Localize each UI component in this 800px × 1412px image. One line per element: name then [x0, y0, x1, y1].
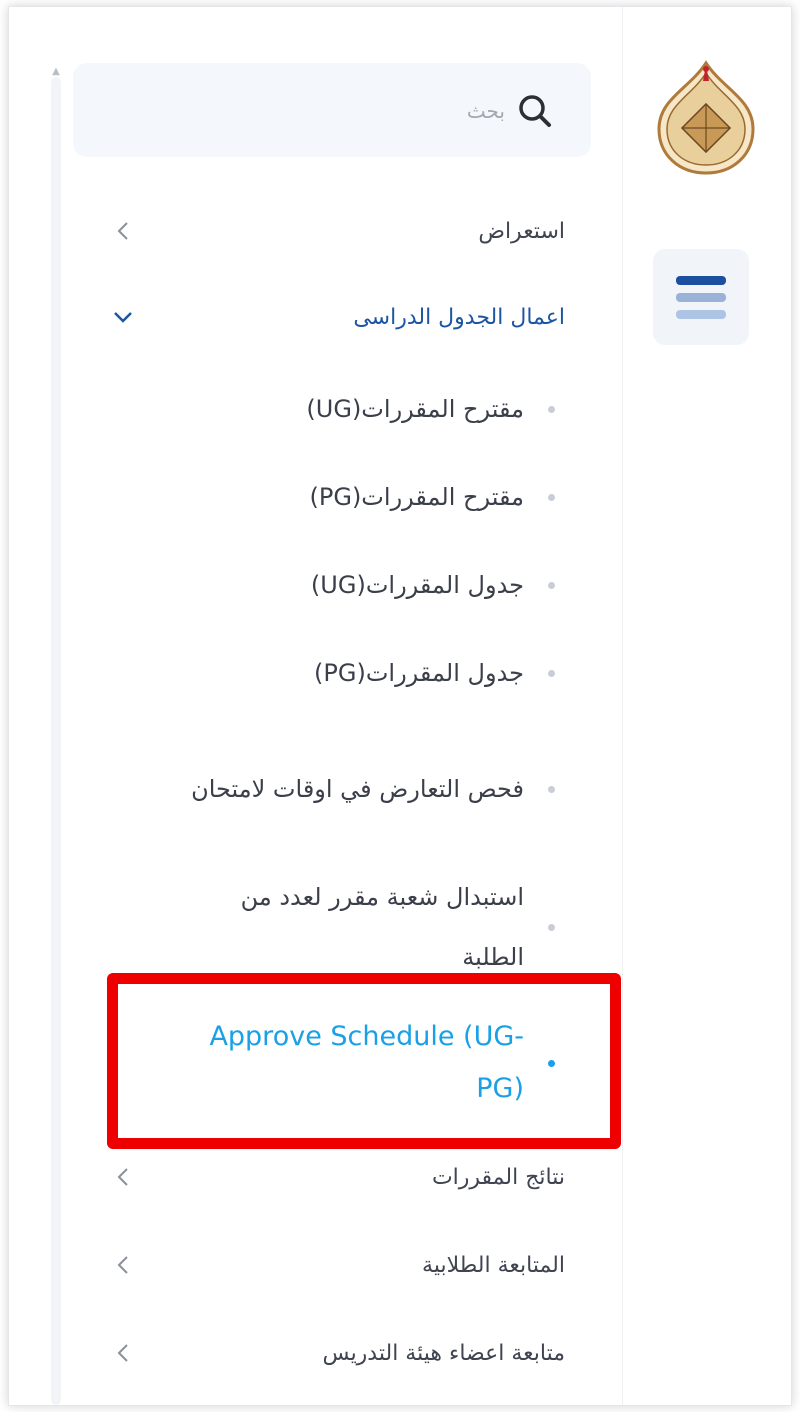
- submenu-item-ug-course-schedule[interactable]: جدول المقررات(UG): [159, 555, 555, 615]
- submenu-item-label: جدول المقررات(PG): [314, 659, 524, 687]
- hamburger-icon: [676, 275, 726, 285]
- nav-item-label: نتائج المقررات: [431, 1164, 565, 1190]
- nav-item-label: استعراض: [478, 218, 565, 244]
- nav-item-course-results[interactable]: نتائج المقررات: [109, 1149, 565, 1205]
- chevron-left-icon: [109, 217, 137, 245]
- submenu-item-label: مقترح المقررات(UG): [306, 395, 524, 423]
- chevron-down-icon: [109, 303, 137, 331]
- submenu-item-ug-course-proposal[interactable]: مقترح المقررات(UG): [159, 379, 555, 439]
- bullet-icon: [548, 785, 555, 793]
- submenu-item-label: جدول المقررات(UG): [310, 571, 524, 599]
- bullet-icon: [548, 405, 555, 413]
- submenu-item-pg-course-proposal[interactable]: مقترح المقررات(PG): [159, 467, 555, 527]
- scroll-up-arrow[interactable]: ▲: [51, 67, 61, 77]
- submenu-item-section-replacement[interactable]: استبدال شعبة مقرر لعدد من الطلبة: [159, 865, 555, 989]
- bullet-icon: [548, 581, 555, 589]
- submenu-item-label: استبدال شعبة مقرر لعدد من الطلبة: [240, 883, 524, 971]
- menu-toggle-button[interactable]: [653, 249, 749, 345]
- submenu-item-pg-course-schedule[interactable]: جدول المقررات(PG): [159, 643, 555, 703]
- bullet-icon: [548, 493, 555, 501]
- chevron-left-icon: [109, 1339, 137, 1367]
- nav-item-label: اعمال الجدول الدراسى: [353, 304, 565, 330]
- nav-item-overview[interactable]: استعراض: [109, 203, 565, 259]
- submenu-item-label: فحص التعارض في اوقات لامتحان: [191, 775, 524, 803]
- search-box[interactable]: [73, 63, 591, 157]
- nav-item-label: المتابعة الطلابية: [422, 1252, 565, 1278]
- nav-item-student-follow-up[interactable]: المتابعة الطلابية: [109, 1237, 565, 1293]
- app-window: ▲ استعراض اعمال الجدول الدراسى مقترح الم…: [8, 6, 792, 1406]
- search-input[interactable]: [103, 93, 507, 129]
- hamburger-bar: [676, 309, 726, 319]
- bullet-icon: [548, 669, 555, 677]
- chevron-left-icon: [109, 1251, 137, 1279]
- bullet-icon: [548, 923, 555, 931]
- highlight-annotation-box: [107, 973, 621, 1149]
- university-logo[interactable]: [653, 59, 759, 177]
- chevron-left-icon: [109, 1163, 137, 1191]
- nav-item-faculty-follow-up[interactable]: متابعة اعضاء هيئة التدريس: [109, 1325, 565, 1381]
- nav-item-label: متابعة اعضاء هيئة التدريس: [322, 1340, 565, 1366]
- search-icon[interactable]: [515, 91, 555, 131]
- submenu-item-label: مقترح المقررات(PG): [309, 483, 524, 511]
- nav-item-schedule-work[interactable]: اعمال الجدول الدراسى: [109, 289, 565, 345]
- submenu-item-exam-conflict-check[interactable]: فحص التعارض في اوقات لامتحان: [159, 727, 555, 851]
- hamburger-bar: [676, 292, 726, 302]
- sidebar-scrollbar[interactable]: [51, 77, 61, 1405]
- icon-rail: [622, 7, 791, 1405]
